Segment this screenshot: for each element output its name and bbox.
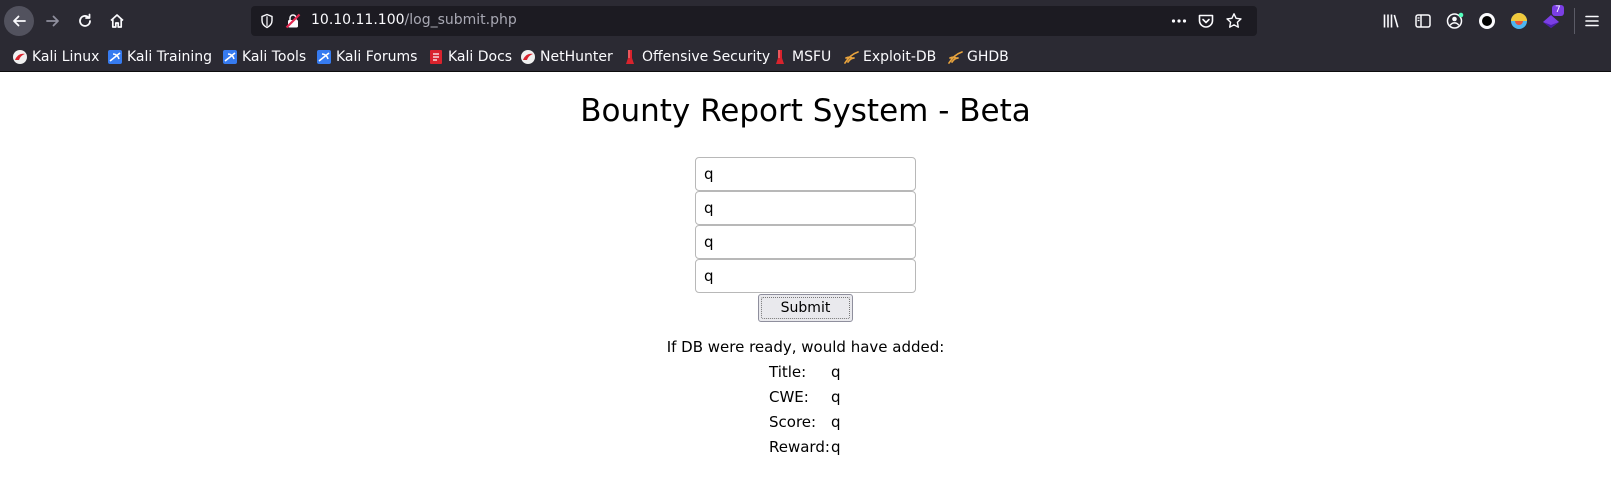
result-heading: If DB were ready, would have added:	[666, 338, 945, 356]
reload-button[interactable]	[70, 6, 100, 36]
result-value: q	[831, 438, 841, 456]
kali-docs-icon	[430, 50, 442, 64]
result-label: CWE:	[769, 388, 809, 406]
page-content: Bounty Report System - Beta Submit If DB…	[0, 73, 1611, 500]
url-bar[interactable]: 10.10.11.100/log_submit.php	[251, 6, 1257, 36]
extension-circle-icon[interactable]	[1477, 11, 1497, 31]
kali-icon	[13, 50, 27, 64]
bookmark-label: NetHunter	[540, 49, 613, 65]
extension-colorful-icon[interactable]	[1509, 11, 1529, 31]
title-input[interactable]	[695, 157, 916, 191]
url-host: 10.10.11.100	[311, 12, 405, 28]
home-icon	[110, 14, 124, 28]
url-text[interactable]: 10.10.11.100/log_submit.php	[311, 12, 517, 28]
back-button[interactable]	[4, 6, 34, 36]
submit-button[interactable]: Submit	[758, 294, 853, 322]
bookmark-label: Kali Forums	[336, 49, 418, 65]
result-value: q	[831, 363, 841, 381]
exploit-db-icon	[844, 51, 859, 64]
bookmark-label: Exploit-DB	[863, 49, 937, 65]
bookmark-offensive-security[interactable]: Offensive Security	[622, 48, 770, 66]
nethunter-icon	[521, 50, 535, 64]
bookmark-msfu[interactable]: MSFU	[772, 48, 831, 66]
result-row-title: Title: q	[769, 363, 841, 381]
result-label: Reward:	[769, 438, 830, 456]
bookmark-kali-docs[interactable]: Kali Docs	[428, 48, 512, 66]
account-icon[interactable]	[1445, 11, 1465, 31]
bookmark-ghdb[interactable]: GHDB	[947, 48, 1009, 66]
bookmark-kali-training[interactable]: Kali Training	[107, 48, 212, 66]
reward-input[interactable]	[695, 259, 916, 293]
bookmark-label: Kali Linux	[32, 49, 100, 65]
result-row-score: Score: q	[769, 413, 841, 431]
url-path: /log_submit.php	[404, 12, 517, 28]
bookmark-label: GHDB	[967, 49, 1009, 65]
extension-badge-count: 7	[1552, 5, 1564, 16]
page-actions-icon[interactable]	[1169, 11, 1189, 31]
library-icon[interactable]	[1381, 11, 1401, 31]
bookmark-star-icon[interactable]	[1224, 11, 1244, 31]
shield-icon[interactable]	[259, 13, 275, 29]
insecure-lock-icon[interactable]	[285, 13, 301, 29]
arrow-right-icon	[46, 15, 59, 27]
offsec-icon	[626, 50, 634, 64]
bookmark-label: Offensive Security	[642, 49, 771, 65]
bookmark-nethunter[interactable]: NetHunter	[520, 48, 613, 66]
ghdb-icon	[948, 51, 963, 64]
browser-toolbar: 10.10.11.100/log_submit.php 7	[0, 0, 1611, 42]
pocket-icon[interactable]	[1196, 11, 1216, 31]
result-value: q	[831, 413, 841, 431]
bookmark-kali-linux[interactable]: Kali Linux	[12, 48, 99, 66]
bookmark-kali-tools[interactable]: Kali Tools	[222, 48, 306, 66]
submit-button-label: Submit	[780, 300, 831, 316]
bookmark-label: Kali Training	[127, 49, 212, 65]
reload-icon	[79, 13, 91, 27]
kali-tools-icon	[223, 50, 237, 64]
sidebar-icon[interactable]	[1413, 11, 1433, 31]
result-row-cwe: CWE: q	[769, 388, 841, 406]
bookmark-kali-forums[interactable]: Kali Forums	[316, 48, 417, 66]
bookmark-label: MSFU	[792, 49, 832, 65]
toolbar-divider	[1574, 8, 1575, 34]
result-label: Title:	[769, 363, 807, 381]
home-button[interactable]	[102, 6, 132, 36]
result-value: q	[831, 388, 841, 406]
arrow-left-icon	[13, 15, 26, 27]
extension-badge-icon[interactable]: 7	[1541, 5, 1564, 31]
result-row-reward: Reward:q	[769, 438, 841, 456]
bookmark-label: Kali Tools	[242, 49, 307, 65]
bookmark-label: Kali Docs	[448, 49, 513, 65]
forward-button[interactable]	[38, 6, 68, 36]
result-label: Score:	[769, 413, 817, 431]
bookmark-exploit-db[interactable]: Exploit-DB	[843, 48, 936, 66]
cwe-input[interactable]	[695, 191, 916, 225]
bookmarks-bar: Kali Linux Kali Training Kali Tools Kali…	[0, 42, 1611, 72]
menu-icon[interactable]	[1582, 11, 1602, 31]
page-title: Bounty Report System - Beta	[580, 93, 1031, 129]
kali-training-icon	[108, 50, 122, 64]
msfu-icon	[776, 50, 784, 64]
score-input[interactable]	[695, 225, 916, 259]
kali-forums-icon	[317, 50, 331, 64]
